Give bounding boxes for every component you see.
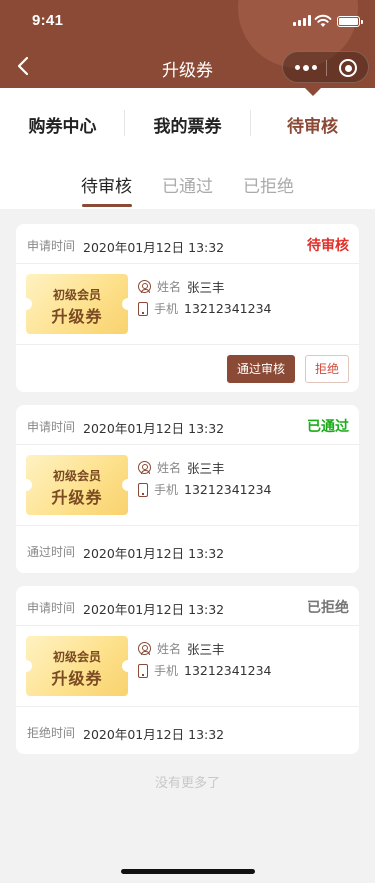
apply-time-row: 申请时间 2020年01月12日 13:32: [27, 599, 224, 618]
sub-tab-bar: 待审核 已通过 已拒绝: [0, 158, 375, 209]
apply-time-label: 申请时间: [27, 420, 76, 434]
name-label: 姓名: [157, 642, 182, 656]
card-footer: 拒绝时间 2020年01月12日 13:32: [16, 706, 359, 754]
capsule-divider: [326, 60, 327, 76]
review-card: 申请时间 2020年01月12日 13:32 待审核 初级会员 升级券 姓名 张三…: [16, 224, 359, 392]
signal-icon: [293, 15, 311, 26]
card-header: 申请时间 2020年01月12日 13:32 已通过: [16, 405, 359, 445]
phone-value: 13212341234: [184, 482, 272, 497]
top-tab-bar: 购券中心 我的票券 待审核: [0, 88, 375, 158]
header-bar: 9:41 升级券: [0, 0, 375, 88]
phone-row: 手机 13212341234: [138, 298, 272, 317]
apply-time-value: 2020年01月12日 13:32: [83, 240, 225, 255]
pass-time-label: 通过时间: [27, 545, 76, 559]
reject-time-row: 拒绝时间 2020年01月12日 13:32: [27, 724, 224, 743]
coupon-ticket: 初级会员 升级券: [20, 455, 134, 515]
user-icon: [138, 280, 151, 293]
subtab-pending[interactable]: 待审核: [81, 172, 132, 197]
name-value: 张三丰: [187, 642, 225, 657]
approve-button[interactable]: 通过审核: [227, 355, 295, 383]
phone-label: 手机: [154, 302, 179, 316]
coupon-type: 升级券: [51, 307, 103, 326]
status-time: 9:41: [32, 12, 64, 29]
user-icon: [138, 642, 151, 655]
phone-label: 手机: [154, 664, 179, 678]
subtab-rejected[interactable]: 已拒绝: [243, 172, 294, 197]
home-indicator[interactable]: [121, 869, 255, 874]
subtab-passed[interactable]: 已通过: [162, 172, 213, 197]
status-bar: 9:41: [0, 0, 375, 44]
phone-value: 13212341234: [184, 663, 272, 678]
phone-label: 手机: [154, 483, 179, 497]
card-body: 初级会员 升级券 姓名 张三丰 手机 13212341234: [16, 445, 359, 525]
coupon-ticket: 初级会员 升级券: [20, 274, 134, 334]
card-header: 申请时间 2020年01月12日 13:32 已拒绝: [16, 586, 359, 626]
tab-my-tickets[interactable]: 我的票券: [125, 112, 250, 137]
coupon-level: 初级会员: [52, 288, 101, 302]
pass-time-row: 通过时间 2020年01月12日 13:32: [27, 543, 224, 562]
reject-time-value: 2020年01月12日 13:32: [83, 727, 225, 742]
card-actions: 通过审核 拒绝: [16, 344, 359, 392]
active-tab-notch: [305, 88, 321, 96]
no-more-text: 没有更多了: [154, 776, 220, 791]
phone-icon: [138, 301, 148, 316]
apply-time-row: 申请时间 2020年01月12日 13:32: [27, 237, 224, 256]
coupon-level: 初级会员: [52, 469, 101, 483]
name-label: 姓名: [157, 280, 182, 294]
card-footer: 通过时间 2020年01月12日 13:32: [16, 525, 359, 573]
battery-icon: [337, 16, 363, 27]
phone-icon: [138, 482, 148, 497]
apply-time-label: 申请时间: [27, 239, 76, 253]
reject-time-label: 拒绝时间: [27, 726, 76, 740]
review-card: 申请时间 2020年01月12日 13:32 已拒绝 初级会员 升级券 姓名 张三…: [16, 586, 359, 754]
coupon-ticket: 初级会员 升级券: [20, 636, 134, 696]
tab-buy-center[interactable]: 购券中心: [0, 112, 125, 137]
close-target-icon[interactable]: [339, 59, 357, 77]
coupon-type: 升级券: [51, 488, 103, 507]
name-row: 姓名 张三丰: [138, 638, 225, 658]
status-badge: 已拒绝: [307, 600, 349, 616]
more-icon[interactable]: [295, 64, 317, 71]
phone-row: 手机 13212341234: [138, 479, 272, 498]
name-value: 张三丰: [187, 461, 225, 476]
card-body: 初级会员 升级券 姓名 张三丰 手机 13212341234: [16, 264, 359, 344]
nav-bar: 升级券: [0, 44, 375, 88]
coupon-level: 初级会员: [52, 650, 101, 664]
phone-row: 手机 13212341234: [138, 660, 272, 679]
name-row: 姓名 张三丰: [138, 457, 225, 477]
card-header: 申请时间 2020年01月12日 13:32 待审核: [16, 224, 359, 264]
status-badge: 已通过: [307, 419, 349, 435]
phone-icon: [138, 663, 148, 678]
name-label: 姓名: [157, 461, 182, 475]
card-body: 初级会员 升级券 姓名 张三丰 手机 13212341234: [16, 626, 359, 706]
status-badge: 待审核: [307, 238, 349, 254]
apply-time-row: 申请时间 2020年01月12日 13:32: [27, 418, 224, 437]
wifi-icon: [314, 14, 332, 27]
review-card: 申请时间 2020年01月12日 13:32 已通过 初级会员 升级券 姓名 张三…: [16, 405, 359, 573]
user-icon: [138, 461, 151, 474]
name-value: 张三丰: [187, 280, 225, 295]
coupon-type: 升级券: [51, 669, 103, 688]
name-row: 姓名 张三丰: [138, 276, 225, 296]
reject-button[interactable]: 拒绝: [305, 355, 349, 383]
tab-pending-review[interactable]: 待审核: [250, 112, 375, 137]
miniprogram-capsule: [282, 51, 369, 83]
apply-time-value: 2020年01月12日 13:32: [83, 602, 225, 617]
apply-time-label: 申请时间: [27, 601, 76, 615]
subtab-underline: [82, 204, 132, 207]
phone-value: 13212341234: [184, 301, 272, 316]
pass-time-value: 2020年01月12日 13:32: [83, 546, 225, 561]
apply-time-value: 2020年01月12日 13:32: [83, 421, 225, 436]
